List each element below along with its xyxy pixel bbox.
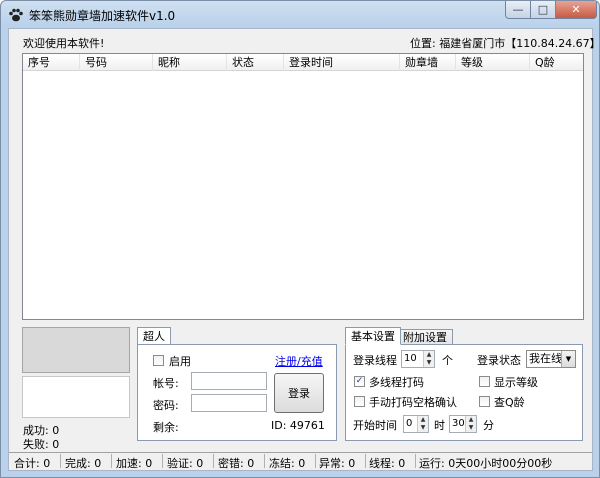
enable-checkbox[interactable]: [153, 355, 164, 366]
column-header-number[interactable]: 号码: [80, 54, 153, 71]
start-minute-stepper[interactable]: 30 ▲ ▼: [449, 415, 477, 433]
login-status-select[interactable]: 我在线 ▼: [526, 350, 576, 368]
login-status-value: 我在线: [529, 352, 562, 365]
password-label: 密码:: [153, 399, 179, 412]
show-level-label: 显示等级: [494, 376, 538, 389]
close-icon: ✕: [571, 3, 581, 16]
account-input[interactable]: [191, 372, 267, 390]
status-done: 完成: 0: [65, 457, 102, 470]
chevron-down-icon[interactable]: ▼: [561, 351, 575, 367]
account-list[interactable]: 序号 号码 昵称 状态 登录时间 勋章墙 等级 Q龄: [22, 53, 584, 320]
status-total: 合计: 0: [14, 457, 51, 470]
fail-count: 失败: 0: [23, 438, 60, 451]
captcha-input-area[interactable]: [22, 376, 130, 418]
spin-arrows-icon[interactable]: ▲ ▼: [423, 351, 434, 367]
status-abnormal: 异常: 0: [319, 457, 356, 470]
threads-stepper[interactable]: 10 ▲ ▼: [401, 350, 435, 368]
manual-captcha-checkbox[interactable]: [354, 396, 365, 407]
minimize-icon: —: [512, 3, 524, 16]
spin-arrows-icon[interactable]: ▲ ▼: [465, 416, 476, 432]
multi-thread-checkbox[interactable]: ✓: [354, 376, 365, 387]
multi-thread-label: 多线程打码: [369, 376, 424, 389]
tab-superman[interactable]: 超人: [137, 327, 171, 345]
start-hour-value: 0: [406, 418, 413, 429]
spin-arrows-icon[interactable]: ▲ ▼: [417, 416, 428, 432]
status-divider: [60, 454, 61, 468]
threads-value: 10: [404, 353, 417, 364]
status-frozen: 冻结: 0: [269, 457, 306, 470]
status-runtime: 运行: 0天00小时00分00秒: [419, 457, 553, 470]
account-panel: 启用 注册/充值 帐号: 密码: 登录 剩余: ID: 49761: [137, 344, 337, 441]
status-bar: 合计: 0 完成: 0 加速: 0 验证: 0 密错: 0 冻结: 0 异常: …: [9, 452, 592, 470]
welcome-text: 欢迎使用本软件!: [23, 37, 105, 50]
column-header-status[interactable]: 状态: [227, 54, 284, 71]
column-header-login-time[interactable]: 登录时间: [284, 54, 400, 71]
status-wrong-password: 密错: 0: [218, 457, 255, 470]
start-minute-value: 30: [452, 418, 465, 429]
status-verify: 验证: 0: [167, 457, 204, 470]
enable-label: 启用: [169, 355, 191, 368]
check-qage-label: 查Q龄: [494, 396, 525, 409]
show-level-checkbox[interactable]: [479, 376, 490, 387]
start-hour-stepper[interactable]: 0 ▲ ▼: [403, 415, 429, 433]
check-qage-checkbox[interactable]: [479, 396, 490, 407]
tab-extra-settings[interactable]: 附加设置: [397, 329, 453, 345]
id-label: ID: 49761: [271, 419, 325, 432]
captcha-image: [22, 327, 130, 373]
column-header-qage[interactable]: Q龄: [530, 54, 583, 71]
status-divider: [264, 454, 265, 468]
column-header-index[interactable]: 序号: [23, 54, 80, 71]
maximize-icon: □: [537, 3, 549, 16]
minute-unit: 分: [483, 419, 494, 432]
status-divider: [162, 454, 163, 468]
remaining-label: 剩余:: [153, 421, 179, 434]
threads-unit: 个: [442, 354, 453, 367]
client-area: 欢迎使用本软件! 位置: 福建省厦门市【110.84.24.67】 序号 号码 …: [8, 28, 599, 471]
maximize-button[interactable]: □: [530, 1, 556, 19]
start-time-label: 开始时间: [353, 419, 397, 432]
column-header-nickname[interactable]: 昵称: [153, 54, 227, 71]
status-threads: 线程: 0: [369, 457, 406, 470]
status-divider: [213, 454, 214, 468]
column-header-medal-wall[interactable]: 勋章墙: [400, 54, 456, 71]
threads-label: 登录线程: [353, 354, 397, 367]
password-input[interactable]: [191, 394, 267, 412]
title-bar[interactable]: 笨笨熊勋章墙加速软件v1.0 — □ ✕: [1, 1, 599, 27]
login-button[interactable]: 登录: [274, 373, 324, 413]
hour-unit: 时: [434, 419, 445, 432]
paw-icon: [9, 8, 23, 22]
register-link[interactable]: 注册/充值: [275, 353, 323, 369]
status-divider: [111, 454, 112, 468]
window-title: 笨笨熊勋章墙加速软件v1.0: [29, 9, 176, 23]
app-window: 笨笨熊勋章墙加速软件v1.0 — □ ✕ 欢迎使用本软件! 位置: 福建省厦门市…: [0, 0, 600, 478]
manual-captcha-label: 手动打码空格确认: [369, 396, 457, 409]
status-divider: [415, 454, 416, 468]
status-divider: [315, 454, 316, 468]
status-accelerate: 加速: 0: [116, 457, 153, 470]
settings-panel: 登录线程 10 ▲ ▼ 个 登录状态 我在线 ▼ ✓ 多线程打码 显示等级 手动打…: [345, 344, 583, 441]
column-header-level[interactable]: 等级: [456, 54, 530, 71]
status-divider: [365, 454, 366, 468]
login-status-label: 登录状态: [477, 354, 521, 367]
location-text: 位置: 福建省厦门市【110.84.24.67】: [410, 37, 600, 50]
account-label: 帐号:: [153, 377, 179, 390]
minimize-button[interactable]: —: [505, 1, 531, 19]
tab-basic-settings[interactable]: 基本设置: [345, 327, 401, 345]
close-button[interactable]: ✕: [555, 1, 597, 19]
list-header: 序号 号码 昵称 状态 登录时间 勋章墙 等级 Q龄: [23, 54, 583, 71]
